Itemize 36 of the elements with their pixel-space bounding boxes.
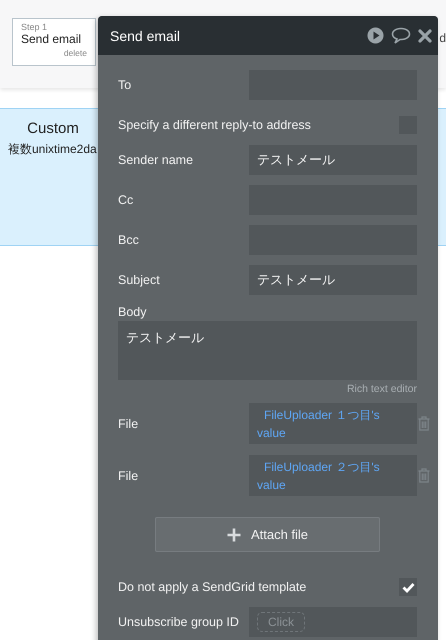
- file-field[interactable]: FileUploader ２つ目's value: [249, 455, 417, 496]
- field-label: Cc: [118, 193, 134, 207]
- checkbox-label: Do not apply a SendGrid template: [118, 580, 308, 594]
- text-area[interactable]: テストメール: [118, 321, 417, 380]
- field-label: To: [118, 78, 132, 92]
- rich-text-editor-link[interactable]: Rich text editor: [346, 383, 417, 395]
- field-label: Bcc: [118, 233, 140, 247]
- card-title: Custom: [26, 120, 80, 137]
- step-title: Send email: [21, 32, 82, 47]
- input-field[interactable]: テストメール: [249, 145, 417, 175]
- step-number: Step 1: [21, 22, 48, 32]
- file-field[interactable]: FileUploader １つ目's value: [249, 403, 417, 444]
- click-placeholder[interactable]: Click: [257, 612, 305, 632]
- input-field[interactable]: テストメール: [249, 265, 417, 295]
- input-field[interactable]: Click: [249, 607, 417, 637]
- field-label: Body: [118, 305, 148, 319]
- trash-icon[interactable]: [418, 416, 430, 431]
- field-label: File: [118, 416, 140, 430]
- attach-file-button[interactable]: Attach file: [155, 517, 380, 552]
- checkbox[interactable]: [399, 578, 417, 596]
- step-card[interactable]: Step 1 Send email delete: [12, 18, 96, 66]
- play-icon[interactable]: [367, 27, 384, 44]
- check-icon: [402, 582, 414, 592]
- comment-icon[interactable]: [391, 27, 411, 44]
- field-label: Unsubscribe group ID: [118, 615, 240, 629]
- delete-link[interactable]: delete: [64, 47, 87, 59]
- trash-icon[interactable]: [418, 468, 430, 483]
- checkbox-label: Specify a different reply-to address: [118, 118, 312, 132]
- field-label: Sender name: [118, 153, 194, 167]
- field-label: Subject: [118, 273, 161, 287]
- plus-icon: [226, 528, 241, 542]
- card-subtitle: 複数unixtime2da: [8, 141, 98, 158]
- field-label: File: [118, 468, 140, 482]
- close-icon[interactable]: [418, 28, 432, 42]
- next-step-text: d: [439, 31, 446, 45]
- panel-title: Send email: [110, 28, 180, 44]
